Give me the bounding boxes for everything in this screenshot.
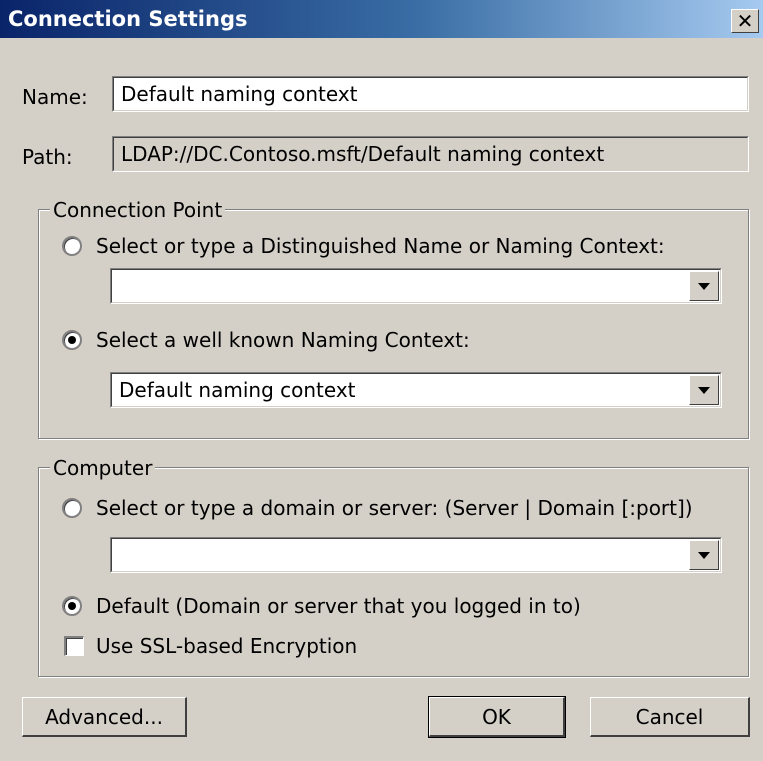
name-label: Name: (22, 85, 88, 109)
domain-server-combo[interactable] (110, 537, 722, 573)
radio-domain-server[interactable] (62, 498, 82, 518)
ok-button-label: OK (482, 704, 511, 729)
close-button[interactable]: ✕ (731, 9, 759, 33)
radio-well-known-context-label[interactable]: Select a well known Naming Context: (96, 328, 470, 352)
chevron-down-icon[interactable] (689, 540, 719, 570)
ssl-checkbox[interactable] (64, 636, 84, 656)
connection-point-legend: Connection Point (50, 198, 226, 222)
radio-default-domain[interactable] (62, 596, 82, 616)
well-known-context-combo[interactable]: Default naming context (110, 372, 722, 408)
name-input-value: Default naming context (121, 82, 358, 106)
distinguished-name-combo[interactable] (110, 268, 722, 304)
close-icon: ✕ (736, 9, 754, 33)
chevron-down-icon[interactable] (689, 375, 719, 405)
path-value: LDAP://DC.Contoso.msft/Default naming co… (121, 142, 605, 166)
window-title: Connection Settings (8, 7, 248, 31)
ssl-checkbox-label[interactable]: Use SSL-based Encryption (96, 634, 357, 658)
advanced-button[interactable]: Advanced... (22, 697, 187, 737)
cancel-button-label: Cancel (635, 704, 704, 729)
name-input[interactable]: Default naming context (112, 76, 749, 112)
radio-distinguished-name[interactable] (62, 236, 82, 256)
path-field: LDAP://DC.Contoso.msft/Default naming co… (112, 136, 749, 172)
ok-button[interactable]: OK (428, 696, 566, 738)
title-bar: Connection Settings ✕ (0, 0, 763, 38)
radio-default-domain-label[interactable]: Default (Domain or server that you logge… (96, 594, 581, 618)
radio-well-known-context[interactable] (62, 330, 82, 350)
path-label: Path: (22, 145, 73, 169)
cancel-button[interactable]: Cancel (590, 697, 750, 737)
radio-domain-server-label[interactable]: Select or type a domain or server: (Serv… (96, 496, 693, 520)
chevron-down-icon[interactable] (689, 271, 719, 301)
well-known-context-combo-value: Default naming context (119, 378, 356, 402)
computer-legend: Computer (50, 456, 156, 480)
advanced-button-label: Advanced... (45, 704, 163, 729)
radio-distinguished-name-label[interactable]: Select or type a Distinguished Name or N… (96, 234, 665, 258)
